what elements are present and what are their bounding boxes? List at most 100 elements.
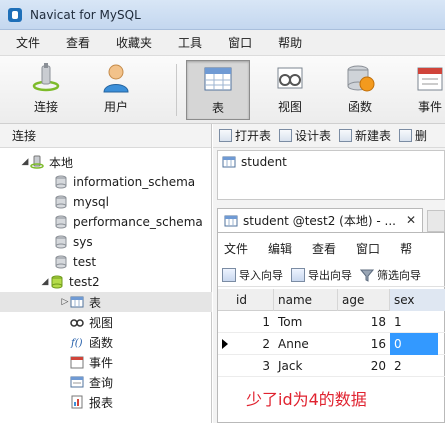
editor-menu-view[interactable]: 查看 xyxy=(312,240,336,257)
editor-menu-help[interactable]: 帮 xyxy=(400,240,412,257)
database-icon xyxy=(55,195,67,209)
collapse-arrow-icon[interactable]: ◢ xyxy=(20,157,30,167)
delete-table-label: 删 xyxy=(415,129,428,143)
editor-menu: 文件 编辑 查看 窗口 帮 xyxy=(218,237,432,259)
user-button[interactable]: 用户 xyxy=(84,60,148,120)
cell-name[interactable]: Tom xyxy=(274,311,338,333)
table-row[interactable]: 1 Tom 18 1 xyxy=(218,311,445,333)
tree-label: mysql xyxy=(73,195,109,209)
connection-pane: 连接 ◢ 本地 information_schema mysql perform… xyxy=(0,124,212,423)
menu-help[interactable]: 帮助 xyxy=(268,34,312,51)
menu-file[interactable]: 文件 xyxy=(6,34,50,51)
cell-age[interactable]: 20 xyxy=(338,355,390,377)
tree-item-functions[interactable]: f() 函数 xyxy=(0,332,212,352)
tree-label: test2 xyxy=(69,275,100,289)
new-table-button[interactable]: 新建表 xyxy=(339,127,391,144)
tab-next[interactable] xyxy=(427,210,445,232)
report-icon xyxy=(71,395,83,409)
object-item-student[interactable]: student xyxy=(222,155,287,169)
filter-wizard-button[interactable]: 筛选向导 xyxy=(360,267,421,283)
delete-table-icon xyxy=(399,129,413,142)
event-button[interactable]: 事件 xyxy=(398,60,445,120)
object-pane: 打开表 设计表 新建表 删 student student @test2 (本地… xyxy=(213,124,445,423)
delete-table-button[interactable]: 删 xyxy=(399,127,427,144)
menu-view[interactable]: 查看 xyxy=(56,34,100,51)
tree-item-test[interactable]: test xyxy=(0,252,212,272)
connection-button[interactable]: 连接 xyxy=(14,60,78,120)
function-button[interactable]: 函数 xyxy=(328,60,392,120)
tree-label: 查询 xyxy=(89,375,114,390)
event-icon xyxy=(70,356,84,369)
close-icon[interactable]: ✕ xyxy=(406,213,416,227)
tab-student[interactable]: student @test2 (本地) - ... ✕ xyxy=(217,208,423,232)
menu-window[interactable]: 窗口 xyxy=(218,34,262,51)
cell-age[interactable]: 18 xyxy=(338,311,390,333)
menu-tools[interactable]: 工具 xyxy=(168,34,212,51)
toolbar-separator xyxy=(176,64,177,116)
design-table-button[interactable]: 设计表 xyxy=(279,127,331,144)
cell-id[interactable]: 3 xyxy=(232,355,274,377)
editor-menu-window[interactable]: 窗口 xyxy=(356,240,380,257)
tree-item-test2[interactable]: ◢ test2 xyxy=(0,272,212,292)
database-icon xyxy=(55,175,67,189)
tree-label: 事件 xyxy=(89,355,114,370)
server-icon xyxy=(30,155,44,169)
column-header-age[interactable]: age xyxy=(338,289,390,311)
tree-item-mysql[interactable]: mysql xyxy=(0,192,212,212)
cell-age[interactable]: 16 xyxy=(338,333,390,355)
filter-label: 筛选向导 xyxy=(377,268,421,282)
event-icon xyxy=(417,67,443,91)
import-label: 导入向导 xyxy=(239,268,283,282)
object-toolbar: 打开表 设计表 新建表 删 xyxy=(213,124,445,148)
table-label: 表 xyxy=(211,101,224,115)
tree-item-reports[interactable]: 报表 xyxy=(0,392,212,412)
import-icon xyxy=(222,267,236,282)
view-label: 视图 xyxy=(277,100,302,114)
export-icon xyxy=(291,267,305,282)
cell-name[interactable]: Anne xyxy=(274,333,338,355)
tree-item-queries[interactable]: 查询 xyxy=(0,372,212,392)
object-item-label: student xyxy=(241,155,287,169)
connection-icon xyxy=(32,63,60,92)
grid-header: id name age sex xyxy=(218,289,445,311)
import-wizard-button[interactable]: 导入向导 xyxy=(222,267,283,283)
cell-name[interactable]: Jack xyxy=(274,355,338,377)
view-icon xyxy=(70,319,84,327)
tree-item-views[interactable]: 视图 xyxy=(0,312,212,332)
collapse-arrow-icon[interactable]: ◢ xyxy=(40,277,50,287)
expand-arrow-icon[interactable]: ▷ xyxy=(60,297,70,307)
table-row[interactable]: 2 Anne 16 0 xyxy=(218,333,445,355)
database-icon xyxy=(55,215,67,229)
open-table-button[interactable]: 打开表 xyxy=(219,127,271,144)
cell-sex[interactable]: 2 xyxy=(390,355,445,377)
cell-sex[interactable]: 1 xyxy=(390,311,445,333)
menu-favorites[interactable]: 收藏夹 xyxy=(106,34,162,51)
export-wizard-button[interactable]: 导出向导 xyxy=(291,267,352,283)
view-button[interactable]: 视图 xyxy=(258,60,322,120)
tree-label: test xyxy=(73,255,97,269)
current-row-marker-icon xyxy=(222,339,228,349)
open-table-icon xyxy=(219,129,232,142)
tree-label: performance_schema xyxy=(73,215,203,229)
editor-menu-edit[interactable]: 编辑 xyxy=(268,240,292,257)
tree-item-sys[interactable]: sys xyxy=(0,232,212,252)
cell-id[interactable]: 2 xyxy=(232,333,274,355)
column-header-sex[interactable]: sex xyxy=(390,289,445,311)
title-bar: Navicat for MySQL xyxy=(0,0,445,30)
table-row[interactable]: 3 Jack 20 2 xyxy=(218,355,445,377)
tree-item-events[interactable]: 事件 xyxy=(0,352,212,372)
cell-id[interactable]: 1 xyxy=(232,311,274,333)
column-header-id[interactable]: id xyxy=(232,289,274,311)
connection-pane-header: 连接 xyxy=(0,124,211,148)
tree-item-performance-schema[interactable]: performance_schema xyxy=(0,212,212,232)
editor-menu-file[interactable]: 文件 xyxy=(224,240,248,257)
table-button[interactable]: 表 xyxy=(186,60,250,120)
cell-sex-selected[interactable]: 0 xyxy=(390,333,438,355)
tree-label: 视图 xyxy=(89,315,114,330)
tree-item-tables[interactable]: ▷ 表 xyxy=(0,292,212,312)
tree-label: 函数 xyxy=(89,335,114,350)
table-icon xyxy=(224,215,238,226)
tree-item-local[interactable]: ◢ 本地 xyxy=(0,152,212,172)
column-header-name[interactable]: name xyxy=(274,289,338,311)
tree-item-information-schema[interactable]: information_schema xyxy=(0,172,212,192)
